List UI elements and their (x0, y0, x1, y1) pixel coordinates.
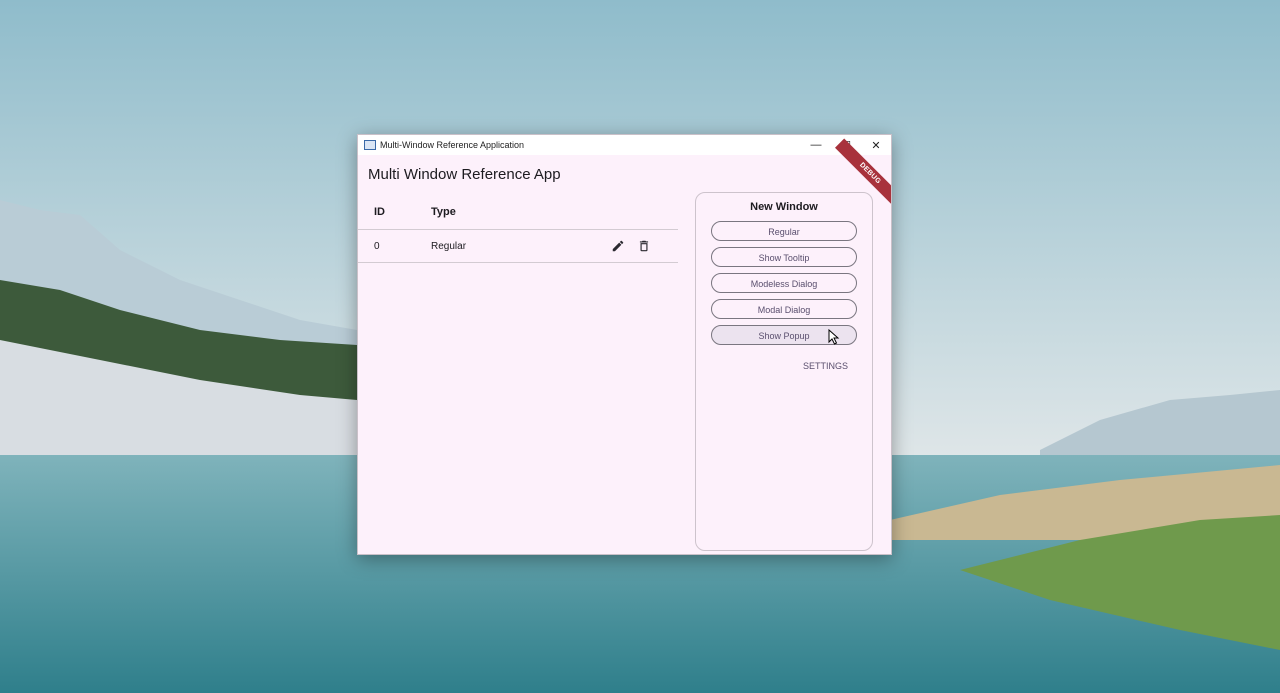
column-header-id: ID (374, 206, 385, 218)
show-tooltip-button[interactable]: Show Tooltip (711, 247, 857, 267)
new-window-panel: New Window Regular Show Tooltip Modeless… (695, 192, 873, 551)
edit-icon[interactable] (609, 237, 627, 255)
column-header-type: Type (431, 206, 456, 218)
regular-button[interactable]: Regular (711, 221, 857, 241)
delete-icon[interactable] (635, 237, 653, 255)
window-titlebar[interactable]: Multi-Window Reference Application — ☐ ✕ (358, 135, 891, 155)
close-button[interactable]: ✕ (861, 135, 891, 155)
row-type: Regular (431, 240, 467, 252)
table-row[interactable]: 0 Regular (358, 230, 678, 263)
modal-dialog-button[interactable]: Modal Dialog (711, 299, 857, 319)
row-id: 0 (374, 240, 380, 252)
windows-table: ID Type 0 Regular (358, 195, 678, 263)
mouse-cursor-icon (828, 329, 840, 345)
panel-title: New Window (750, 201, 818, 213)
settings-button[interactable]: SETTINGS (803, 361, 848, 371)
app-icon (364, 140, 376, 150)
modeless-dialog-button[interactable]: Modeless Dialog (711, 273, 857, 293)
app-content: Multi Window Reference App DEBUG ID Type… (358, 138, 891, 554)
minimize-button[interactable]: — (801, 135, 831, 155)
app-window: Multi-Window Reference Application — ☐ ✕… (357, 134, 892, 555)
window-title: Multi-Window Reference Application (380, 140, 525, 150)
app-title: Multi Window Reference App (368, 166, 561, 183)
table-header: ID Type (358, 195, 678, 230)
